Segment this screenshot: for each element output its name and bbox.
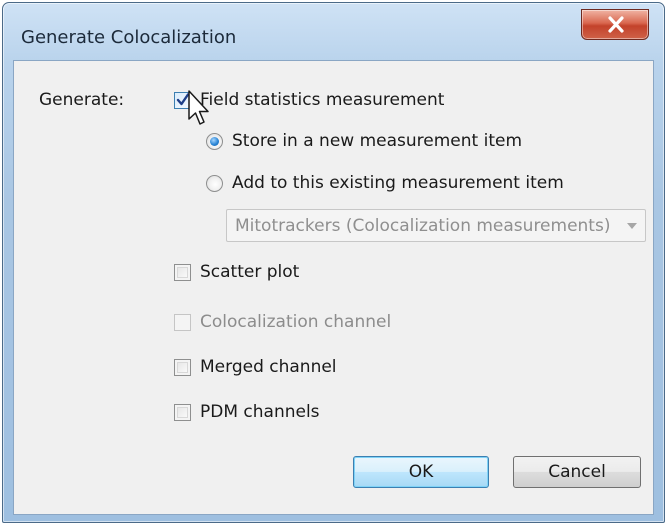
generate-label: Generate: — [39, 90, 125, 110]
field-statistics-checkbox[interactable] — [174, 92, 191, 109]
scatter-plot-label: Scatter plot — [200, 262, 300, 282]
field-statistics-label: Field statistics measurement — [200, 90, 445, 110]
close-button[interactable] — [581, 9, 649, 40]
pdm-channels-label: PDM channels — [200, 402, 320, 422]
merged-channel-checkbox[interactable] — [174, 359, 191, 376]
existing-item-value: Mitotrackers (Colocalization measurement… — [235, 216, 611, 236]
chevron-down-icon — [627, 223, 637, 229]
window-title: Generate Colocalization — [21, 27, 237, 48]
colocalization-channel-label: Colocalization channel — [200, 312, 392, 332]
dialog-window: Generate Colocalization Generate: Field … — [2, 2, 665, 523]
add-existing-radio[interactable] — [206, 175, 223, 192]
checkmark-icon — [176, 93, 190, 106]
merged-channel-label: Merged channel — [200, 357, 337, 377]
add-existing-label: Add to this existing measurement item — [232, 173, 564, 193]
existing-item-dropdown[interactable]: Mitotrackers (Colocalization measurement… — [226, 209, 646, 242]
dialog-body: Generate: Field statistics measurement S… — [13, 60, 654, 515]
store-new-radio[interactable] — [206, 133, 223, 150]
colocalization-channel-checkbox[interactable] — [174, 314, 191, 331]
scatter-plot-checkbox[interactable] — [174, 264, 191, 281]
cancel-button[interactable]: Cancel — [513, 456, 641, 488]
pdm-channels-checkbox[interactable] — [174, 404, 191, 421]
store-new-label: Store in a new measurement item — [232, 131, 523, 151]
ok-button[interactable]: OK — [353, 456, 489, 488]
close-icon — [608, 16, 624, 33]
